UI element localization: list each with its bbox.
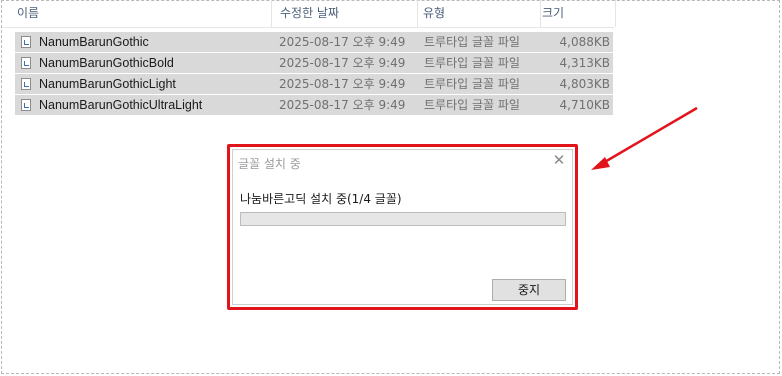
arrow-head	[591, 157, 610, 170]
arrow-shaft	[602, 106, 698, 165]
red-arrow-icon	[591, 106, 698, 170]
